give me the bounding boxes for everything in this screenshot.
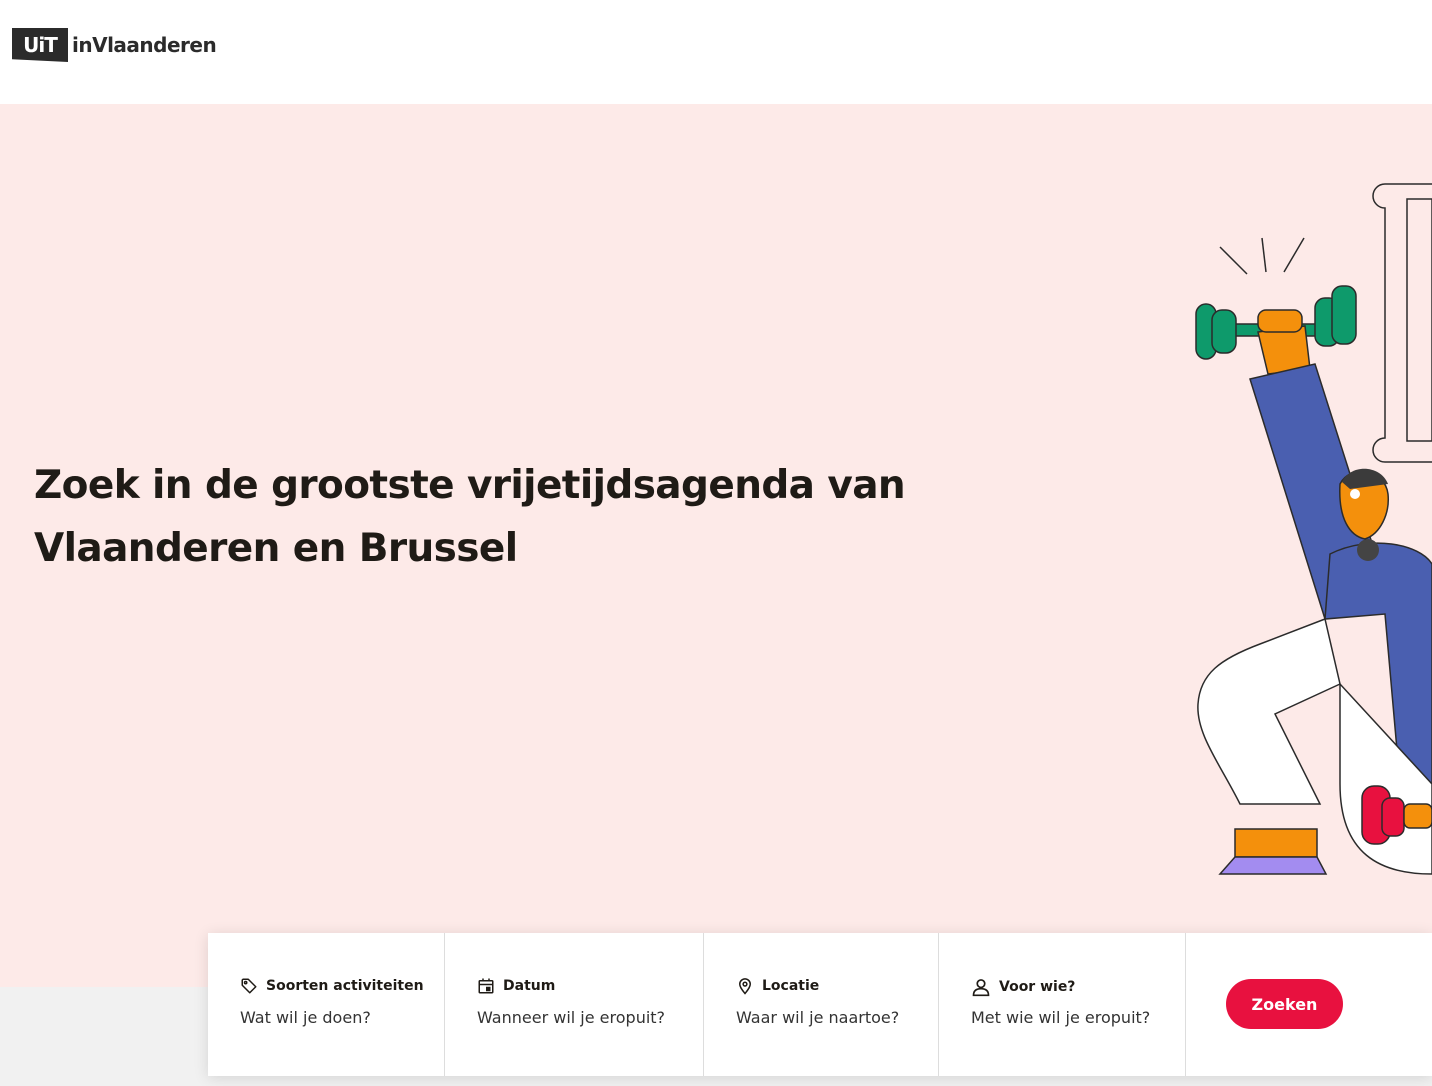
search-bar: Soorten activiteiten Wat wil je doen? Da… [208,933,1432,1076]
activity-type-field[interactable]: Soorten activiteiten Wat wil je doen? [208,933,445,1076]
activity-type-placeholder: Wat wil je doen? [240,1008,371,1027]
calendar-icon [478,978,494,994]
location-placeholder: Waar wil je naartoe? [736,1008,900,1027]
activity-type-label: Soorten activiteiten [266,978,424,994]
location-pin-icon [738,978,752,995]
search-button[interactable]: Zoeken [1226,979,1343,1029]
site-header: UiT inVlaanderen [0,0,1432,104]
tag-icon [241,978,257,994]
location-field[interactable]: Locatie Waar wil je naartoe? [704,933,939,1076]
date-placeholder: Wanneer wil je eropuit? [477,1008,666,1027]
hero-section: Zoek in de grootste vrijetijdsagenda van… [0,104,1432,987]
date-field[interactable]: Datum Wanneer wil je eropuit? [445,933,704,1076]
uit-logo[interactable]: UiT inVlaanderen [12,26,217,64]
audience-placeholder: Met wie wil je eropuit? [971,1008,1151,1027]
audience-label: Voor wie? [999,979,1076,995]
logo-mark: UiT [12,28,68,62]
logo-wordmark: inVlaanderen [72,33,217,57]
location-label: Locatie [762,978,820,994]
audience-field[interactable]: Voor wie? Met wie wil je eropuit? [939,933,1186,1076]
person-icon [972,979,990,997]
fitness-illustration [1195,183,1432,875]
date-label: Datum [503,978,556,994]
hero-title: Zoek in de grootste vrijetijdsagenda van… [34,463,906,571]
